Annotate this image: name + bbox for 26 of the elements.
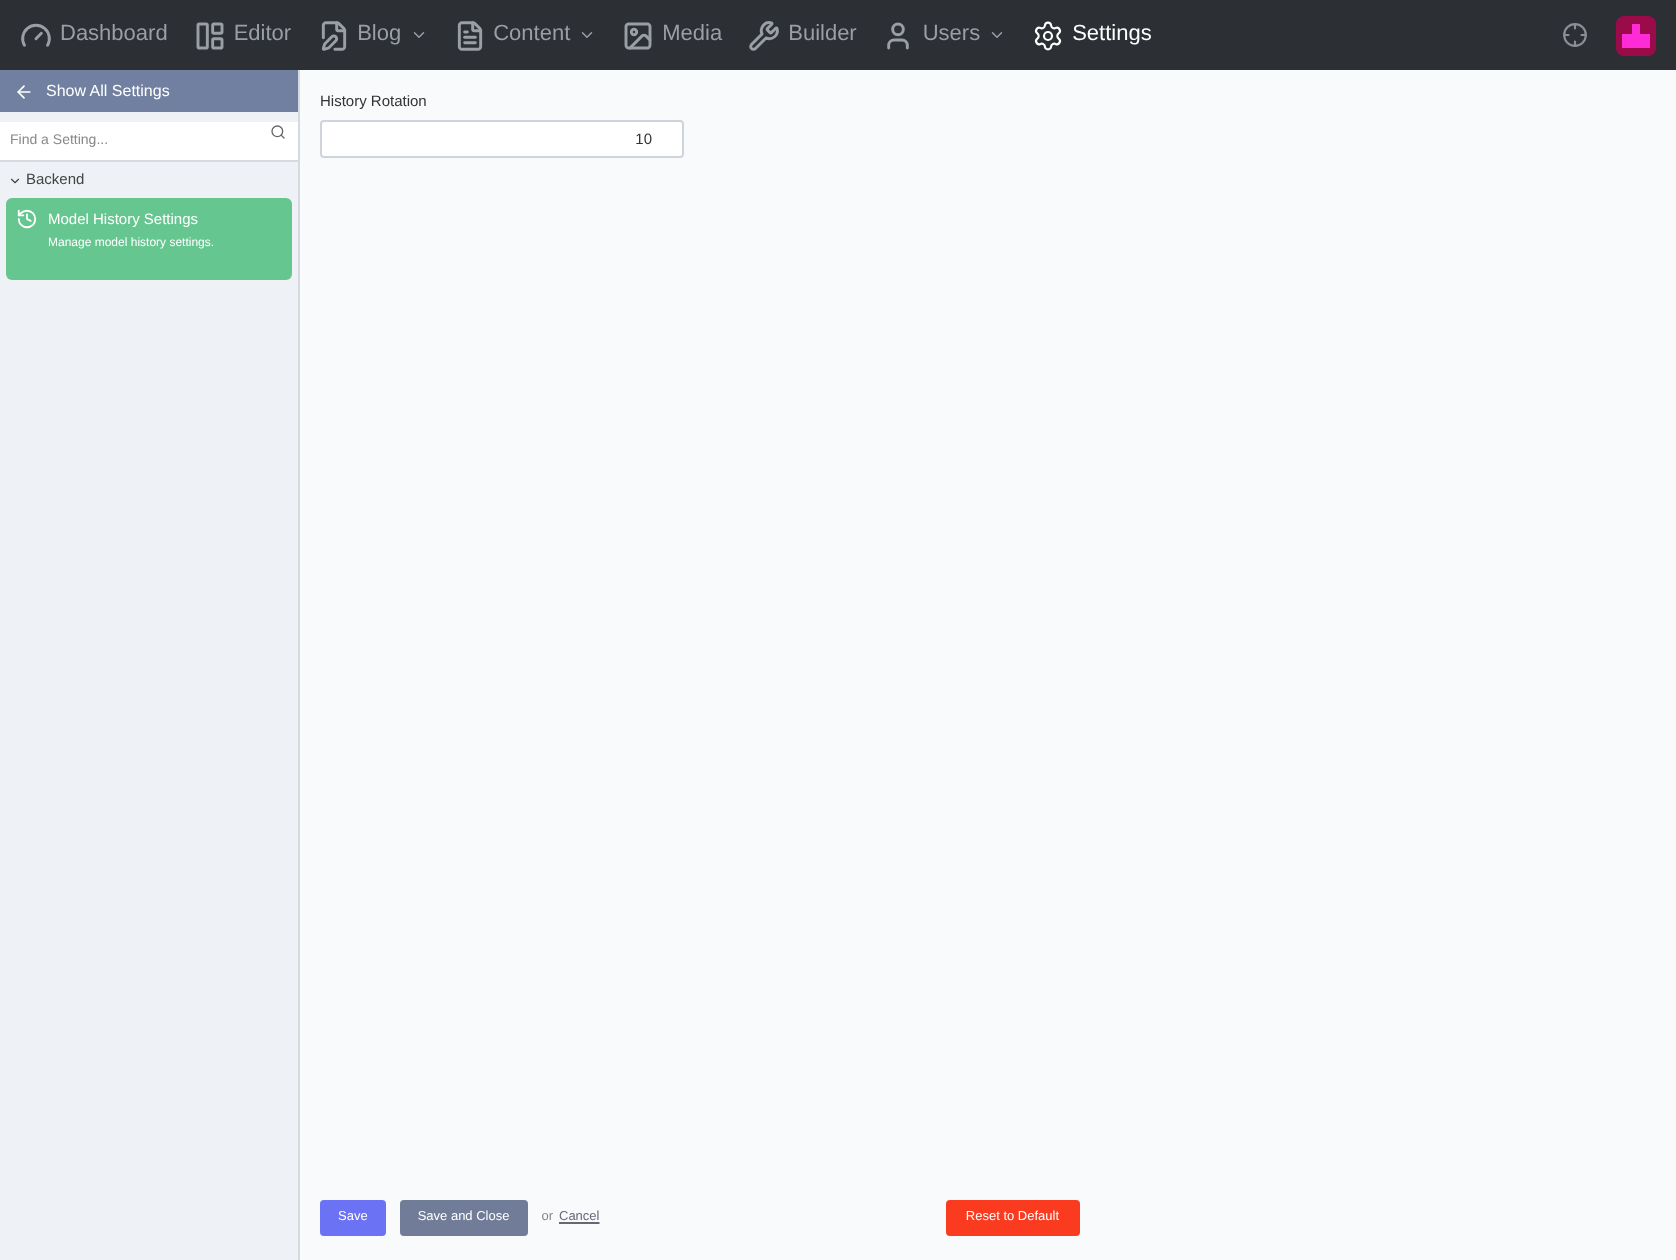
back-arrow-icon	[14, 81, 34, 101]
crosshair-icon[interactable]	[1562, 22, 1588, 48]
search-icon	[270, 124, 286, 140]
back-link[interactable]: Show All Settings	[0, 70, 298, 112]
nav-item[interactable]: Media	[622, 18, 723, 52]
nav-item[interactable]: Settings	[1032, 18, 1152, 52]
chevron-down-icon	[409, 26, 428, 44]
settings-icon	[1032, 19, 1065, 51]
nav-item[interactable]: Dashboard	[20, 18, 168, 52]
gauge-icon	[20, 19, 52, 51]
document-icon	[453, 19, 486, 51]
image-icon	[622, 19, 655, 51]
document-pen-icon	[317, 19, 350, 51]
chevron-down-icon	[988, 26, 1007, 44]
user-icon	[882, 19, 915, 51]
chevron-down-icon	[8, 173, 22, 187]
nav-item[interactable]: Editor	[193, 18, 292, 52]
nav-item[interactable]: Users	[882, 18, 1007, 52]
logo-icon[interactable]	[1616, 15, 1656, 55]
nav-item[interactable]: Builder	[748, 18, 857, 52]
nav-item[interactable]: Blog	[317, 18, 428, 52]
wrench-icon	[748, 19, 781, 51]
history-icon	[16, 208, 38, 230]
layout-icon	[193, 19, 226, 51]
nav-item[interactable]: Content	[453, 18, 597, 52]
chevron-down-icon	[578, 26, 597, 44]
